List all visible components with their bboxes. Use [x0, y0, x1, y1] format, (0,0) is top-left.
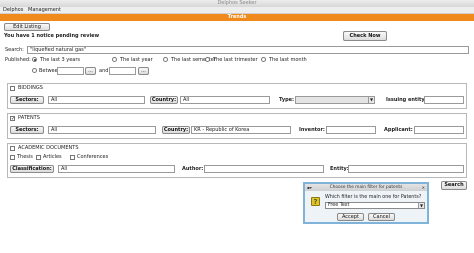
check-icon: ✓: [11, 116, 15, 122]
check-now-button[interactable]: Check Now: [343, 31, 387, 41]
radio-last-month-label: The last month: [269, 56, 307, 64]
biddings-type-select[interactable]: ▼: [295, 96, 375, 104]
cancel-button[interactable]: Cancel: [368, 213, 395, 221]
window-title: Delphos Seeker: [217, 0, 256, 6]
conferences-checkbox[interactable]: [70, 155, 75, 160]
radio-last-trimester[interactable]: [205, 57, 210, 62]
radio-last-semester[interactable]: [163, 57, 168, 62]
articles-label: Articles: [43, 153, 62, 161]
question-icon: ?: [311, 197, 320, 206]
menu-delphos[interactable]: Delphos: [3, 7, 23, 14]
patents-heading: PATENTS: [18, 114, 40, 122]
radio-last-year-label: The last year: [120, 56, 153, 64]
menu-bar: [0, 7, 474, 14]
close-icon[interactable]: ✕: [422, 184, 425, 191]
thesis-checkbox[interactable]: [10, 155, 15, 160]
patents-applicant-field[interactable]: [414, 126, 464, 134]
window-titlebar: Delphos Seeker: [0, 0, 474, 7]
edit-listing-button[interactable]: Edit Listing: [4, 23, 50, 31]
search-input[interactable]: "liquefied natural gas": [27, 46, 469, 54]
chevron-down-icon: ▼: [368, 97, 374, 103]
patents-inventor-label: Inventor:: [299, 126, 325, 134]
accept-button[interactable]: Accept: [337, 213, 364, 221]
thesis-label: Thesis: [17, 153, 33, 161]
biddings-country-button[interactable]: Country:: [150, 96, 178, 104]
articles-checkbox[interactable]: [36, 155, 41, 160]
biddings-sectors-button[interactable]: Sectors:: [10, 96, 44, 104]
main-filter-select[interactable]: Free Text ▼: [325, 202, 425, 209]
radio-last-month[interactable]: [261, 57, 266, 62]
tab-trends[interactable]: Trends: [0, 14, 474, 21]
chevron-down-icon: ▼: [418, 203, 424, 208]
biddings-checkbox[interactable]: [10, 86, 15, 91]
dialog-titlebar: ▪▾ Choose the main filter for patents ✕: [305, 184, 427, 191]
date-from-picker-button[interactable]: ...: [85, 67, 96, 75]
patents-checkbox[interactable]: ✓: [10, 116, 15, 121]
biddings-heading: BIDDINGS: [18, 84, 43, 92]
radio-between[interactable]: [32, 68, 37, 73]
academic-heading: ACADEMIC DOCUMENTS: [18, 144, 79, 152]
author-label: Author:: [182, 165, 203, 173]
pending-notice-text: You have 1 notice pending review: [4, 32, 99, 40]
radio-last-3-years-label: The last 3 years: [40, 56, 80, 64]
dialog-question: Which filter is the main one for Patents…: [325, 195, 421, 201]
patents-inventor-field[interactable]: [326, 126, 376, 134]
patents-sectors-button[interactable]: Sectors:: [10, 126, 44, 134]
patents-country-field[interactable]: KR - Republic of Korea: [191, 126, 291, 134]
radio-last-3-years[interactable]: [32, 57, 37, 62]
classification-field[interactable]: All: [58, 165, 175, 173]
tab-title: Trends: [228, 14, 247, 20]
biddings-sectors-field[interactable]: All: [48, 96, 145, 104]
window-menu-icon[interactable]: ▪▾: [307, 184, 312, 191]
published-label: Published:: [5, 56, 31, 64]
entity-field[interactable]: [348, 165, 464, 173]
conferences-label: Conferences: [77, 153, 108, 161]
classification-button[interactable]: Classification:: [10, 165, 54, 173]
biddings-issuing-label: Issuing entity:: [386, 96, 427, 104]
date-from-field[interactable]: [57, 67, 84, 75]
date-to-picker-button[interactable]: ...: [138, 67, 149, 75]
biddings-country-field[interactable]: All: [180, 96, 270, 104]
menu-management[interactable]: Management: [28, 7, 61, 14]
and-label: and: [99, 67, 108, 75]
search-button[interactable]: Search: [441, 181, 467, 190]
search-label: Search:: [5, 46, 24, 54]
radio-last-trimester-label: The last trimester: [213, 56, 258, 64]
patents-applicant-label: Applicant:: [384, 126, 413, 134]
academic-checkbox[interactable]: [10, 146, 15, 151]
patents-country-button[interactable]: Country:: [162, 126, 190, 134]
entity-label: Entity:: [330, 165, 349, 173]
author-field[interactable]: [204, 165, 324, 173]
biddings-issuing-field[interactable]: [424, 96, 464, 104]
patents-sectors-field[interactable]: All: [48, 126, 156, 134]
date-to-field[interactable]: [109, 67, 136, 75]
biddings-type-label: Type:: [279, 96, 294, 104]
dialog-title: Choose the main filter for patents: [330, 185, 403, 190]
radio-last-year[interactable]: [112, 57, 117, 62]
main-filter-dialog: ▪▾ Choose the main filter for patents ✕ …: [303, 182, 429, 224]
